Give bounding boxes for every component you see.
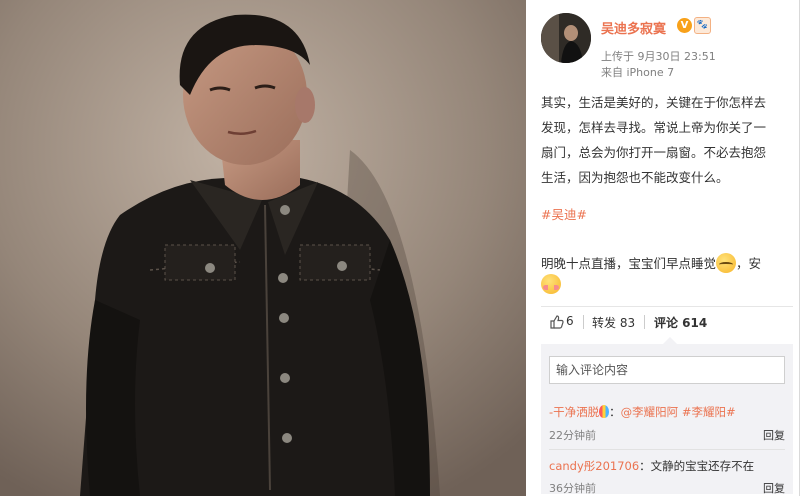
comment-box-pointer [663, 337, 677, 344]
comment-user[interactable]: -干净洒脱 [549, 405, 599, 419]
forward-button[interactable]: 转发 83 [592, 314, 635, 331]
post-hashtag[interactable]: #吴迪# [541, 202, 587, 227]
avatar[interactable] [541, 13, 591, 63]
divider [541, 306, 793, 307]
post-text-line: 扇门，总会为你打开一扇窗。不必去抱怨 [541, 145, 767, 160]
post-text: 其实，生活是美好的，关键在于你怎样去 发现，怎样去寻找。常说上帝为你关了一 扇门… [541, 90, 793, 190]
verified-badge-icon[interactable]: V [677, 18, 692, 33]
blushing-face-emoji-icon [541, 274, 561, 294]
avatar-image [541, 13, 591, 63]
post-text-secondary-a: 明晚十点直播，宝宝们早点睡觉 [541, 256, 717, 271]
post-text-line: 发现，怎样去寻找。常说上帝为你关了一 [541, 120, 767, 135]
post-text-secondary-b: ，安 [736, 256, 762, 271]
comment-button[interactable]: 评论 614 [654, 314, 707, 331]
post-photo[interactable] [0, 0, 526, 496]
action-separator [644, 315, 645, 329]
photo-image [0, 0, 526, 496]
comment-hashtag[interactable]: #李耀阳# [682, 405, 736, 419]
sleepy-face-emoji-icon [716, 253, 737, 273]
emoji-line [541, 274, 561, 294]
post-source[interactable]: 来自 iPhone 7 [601, 64, 674, 80]
comment-input[interactable]: 输入评论内容 [549, 356, 785, 384]
balloon-emoji-icon [599, 405, 610, 418]
comment-colon: ： [609, 405, 621, 419]
comment-divider [549, 449, 785, 450]
post-text-secondary: 明晚十点直播，宝宝们早点睡觉 ，安 [541, 251, 796, 277]
post-actions: 6 转发 83 评论 614 [526, 314, 800, 332]
post-side-panel: 吴迪多寂寞 V 🐾 上传于 9月30日 23:51 来自 iPhone 7 其实… [526, 0, 800, 496]
post-text-line: 生活，因为抱怨也不能改变什么。 [541, 170, 729, 185]
comment-mention[interactable]: @李耀阳阿 [621, 405, 679, 419]
comment-item: candy彤201706：文静的宝宝还存不在 [549, 458, 754, 474]
upload-time[interactable]: 上传于 9月30日 23:51 [601, 48, 716, 64]
comment-time: 22分钟前 [549, 429, 596, 442]
action-separator [583, 315, 584, 329]
reply-button[interactable]: 回复 [763, 427, 785, 443]
comment-time: 36分钟前 [549, 482, 596, 495]
username[interactable]: 吴迪多寂寞 [601, 18, 666, 37]
comment-text: ：文静的宝宝还存不在 [639, 459, 755, 473]
thumbs-up-icon[interactable] [550, 315, 564, 332]
reply-button[interactable]: 回复 [763, 480, 785, 496]
vip-badge-icon[interactable]: 🐾 [694, 17, 711, 34]
comment-user[interactable]: candy彤201706 [549, 459, 639, 473]
post-text-line: 其实，生活是美好的，关键在于你怎样去 [541, 95, 767, 110]
like-count[interactable]: 6 [566, 314, 574, 328]
comment-item: -干净洒脱 ：@李耀阳阿 #李耀阳# [549, 404, 736, 420]
